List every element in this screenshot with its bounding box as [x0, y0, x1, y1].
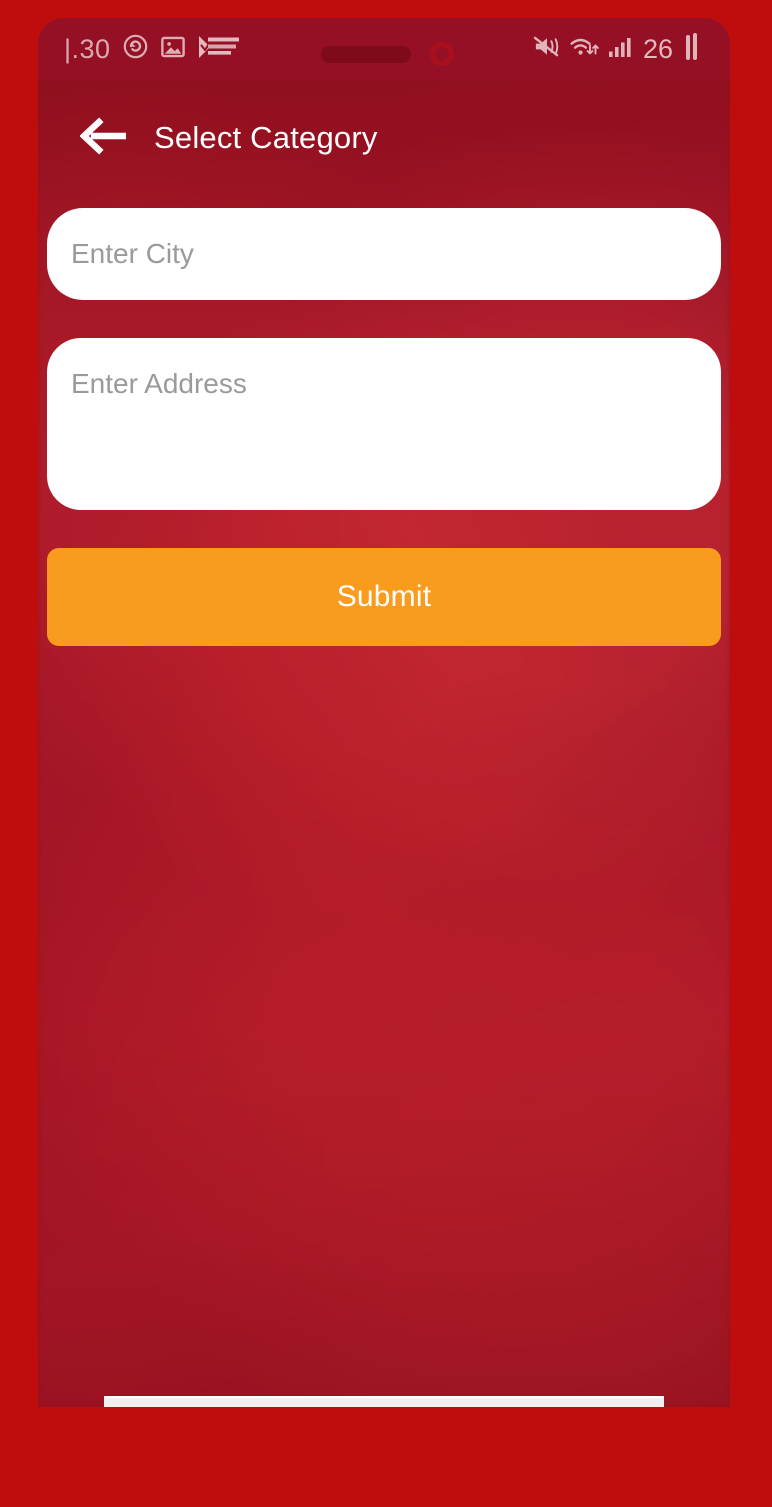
volume-mute-icon — [533, 34, 560, 64]
status-bar-left-group: |.30 — [38, 33, 241, 65]
check-flag-icon — [197, 34, 241, 65]
battery-icon — [682, 32, 702, 67]
battery-percentage: 26 — [642, 33, 673, 64]
city-input[interactable] — [47, 208, 721, 300]
location-form: Submit — [47, 208, 721, 646]
submit-button[interactable]: Submit — [47, 548, 721, 646]
app-bar: Select Category — [38, 80, 730, 196]
status-bar-clock: |.30 — [64, 33, 111, 64]
screenshot-canvas: |.30 26 Select Category Enter City Enter… — [0, 0, 772, 1507]
front-camera-cutout — [430, 42, 454, 66]
back-button[interactable] — [78, 116, 128, 160]
bottom-partial-element — [104, 1396, 664, 1407]
phone-screen: |.30 26 Select Category Enter City Enter… — [38, 18, 730, 1407]
address-input[interactable] — [47, 338, 721, 510]
wifi-transfer-icon — [569, 34, 599, 64]
status-bar-right-group: 26 — [533, 32, 730, 67]
earpiece-speaker-cutout — [321, 46, 411, 63]
image-icon — [160, 34, 186, 65]
arrow-left-icon — [79, 116, 128, 160]
page-title: Select Category — [154, 120, 378, 155]
cellular-signal-icon — [608, 35, 634, 64]
sync-icon — [122, 33, 149, 65]
